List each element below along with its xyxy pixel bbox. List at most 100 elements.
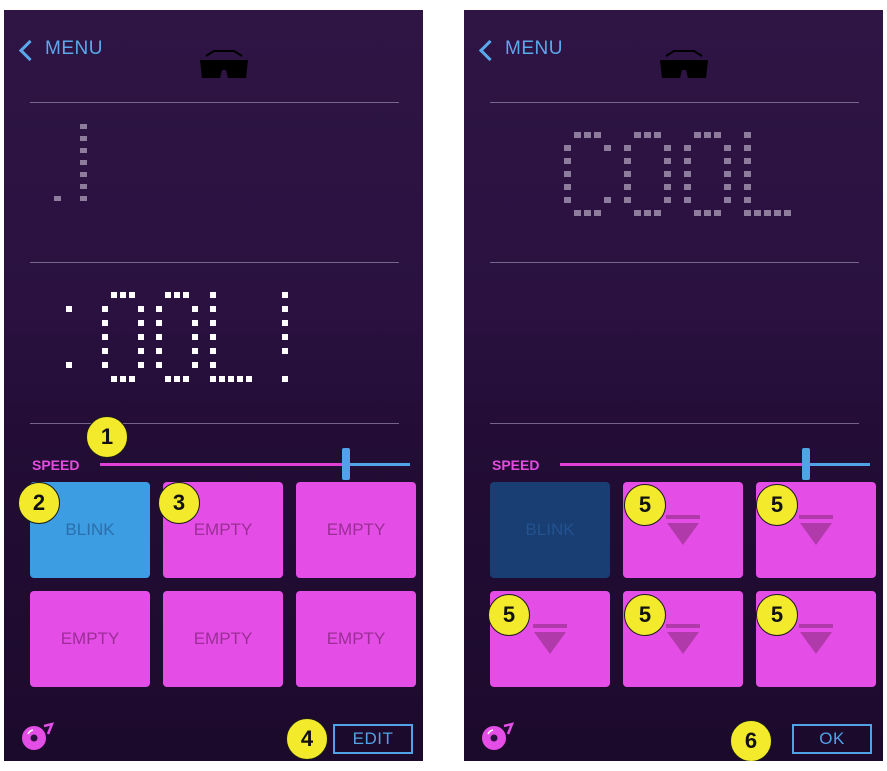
led-dot xyxy=(664,184,671,190)
glasses-icon xyxy=(200,50,248,78)
led-dot xyxy=(604,145,611,151)
led-dot xyxy=(129,376,135,382)
led-dot xyxy=(644,132,651,138)
arrow-down-icon xyxy=(799,515,833,545)
led-dot xyxy=(704,210,711,216)
led-dot xyxy=(210,306,216,312)
slider-thumb[interactable] xyxy=(802,448,810,480)
disc-icon[interactable] xyxy=(480,722,516,752)
led-dot xyxy=(744,158,751,164)
led-dot xyxy=(210,292,216,298)
led-dot xyxy=(664,158,671,164)
led-dot xyxy=(724,145,731,151)
pad-grid: BLINK xyxy=(490,482,876,687)
led-dot xyxy=(174,376,180,382)
led-dot xyxy=(754,210,761,216)
led-dot xyxy=(694,132,701,138)
led-dot xyxy=(564,145,571,151)
pad-empty[interactable]: EMPTY xyxy=(163,591,283,687)
led-dot xyxy=(156,348,162,354)
divider xyxy=(30,102,399,103)
arrow-down-icon xyxy=(799,624,833,654)
callout-badge: 5 xyxy=(756,484,798,526)
led-dot xyxy=(724,197,731,203)
scrolling-text-preview xyxy=(54,124,87,201)
led-dot xyxy=(129,292,135,298)
led-dot xyxy=(644,210,651,216)
ok-button[interactable]: OK xyxy=(792,724,872,754)
edit-button[interactable]: EDIT xyxy=(333,724,413,754)
led-dot xyxy=(624,158,631,164)
callout-badge: 2 xyxy=(18,482,60,524)
led-dot xyxy=(282,306,288,312)
led-dot xyxy=(138,334,144,340)
led-dot xyxy=(594,210,601,216)
led-dot xyxy=(192,362,198,368)
speed-slider[interactable] xyxy=(100,448,410,480)
led-dot xyxy=(138,320,144,326)
led-dot xyxy=(282,334,288,340)
led-dot xyxy=(120,376,126,382)
led-dot xyxy=(165,376,171,382)
led-dot xyxy=(714,210,721,216)
divider xyxy=(30,262,399,263)
led-dot xyxy=(66,306,72,312)
led-dot xyxy=(744,210,751,216)
led-dot xyxy=(704,132,711,138)
led-dot xyxy=(282,320,288,326)
led-dot xyxy=(654,132,661,138)
led-dot xyxy=(156,306,162,312)
led-dot xyxy=(724,158,731,164)
led-dot xyxy=(192,334,198,340)
menu-back-button[interactable]: MENU xyxy=(18,38,103,61)
arrow-down-icon xyxy=(533,624,567,654)
speed-slider[interactable] xyxy=(560,448,870,480)
led-dot xyxy=(654,210,661,216)
led-dot xyxy=(684,145,691,151)
led-dot xyxy=(684,184,691,190)
led-dot xyxy=(604,197,611,203)
disc-icon[interactable] xyxy=(20,722,56,752)
led-dot xyxy=(624,184,631,190)
led-dot xyxy=(624,197,631,203)
arrow-down-icon xyxy=(666,515,700,545)
divider xyxy=(490,423,859,424)
led-dot xyxy=(634,210,641,216)
left-screen: MENU SPEED BLINK EMPTY EMPTY EMPTY EMPTY… xyxy=(4,10,423,761)
menu-back-button[interactable]: MENU xyxy=(478,38,563,61)
led-dot xyxy=(237,376,243,382)
pad-blink[interactable]: BLINK xyxy=(490,482,610,578)
divider xyxy=(490,262,859,263)
led-dot xyxy=(564,171,571,177)
led-dot xyxy=(174,292,180,298)
pad-empty[interactable]: EMPTY xyxy=(296,591,416,687)
led-dot xyxy=(183,292,189,298)
led-dot xyxy=(574,132,581,138)
divider xyxy=(30,423,399,424)
callout-badge: 1 xyxy=(86,416,128,458)
led-dot xyxy=(228,376,234,382)
callout-badge: 4 xyxy=(286,718,328,760)
led-text-display xyxy=(66,292,288,382)
callout-badge: 3 xyxy=(158,482,200,524)
pad-empty[interactable]: EMPTY xyxy=(296,482,416,578)
callout-badge: 5 xyxy=(624,484,666,526)
led-dot xyxy=(210,348,216,354)
right-screen: MENU SPEED BLINK OK 5 5 5 5 5 6 xyxy=(464,10,883,761)
led-dot xyxy=(744,171,751,177)
led-dot xyxy=(744,145,751,151)
pad-empty[interactable]: EMPTY xyxy=(30,591,150,687)
led-dot xyxy=(210,376,216,382)
led-dot xyxy=(102,334,108,340)
callout-badge: 5 xyxy=(756,594,798,636)
slider-thumb[interactable] xyxy=(342,448,350,480)
led-dot xyxy=(594,132,601,138)
led-dot xyxy=(694,210,701,216)
speed-label: SPEED xyxy=(32,457,80,473)
led-dot xyxy=(183,376,189,382)
led-dot xyxy=(282,348,288,354)
led-dot xyxy=(192,306,198,312)
led-dot xyxy=(102,362,108,368)
led-dot xyxy=(724,184,731,190)
led-dot xyxy=(102,348,108,354)
